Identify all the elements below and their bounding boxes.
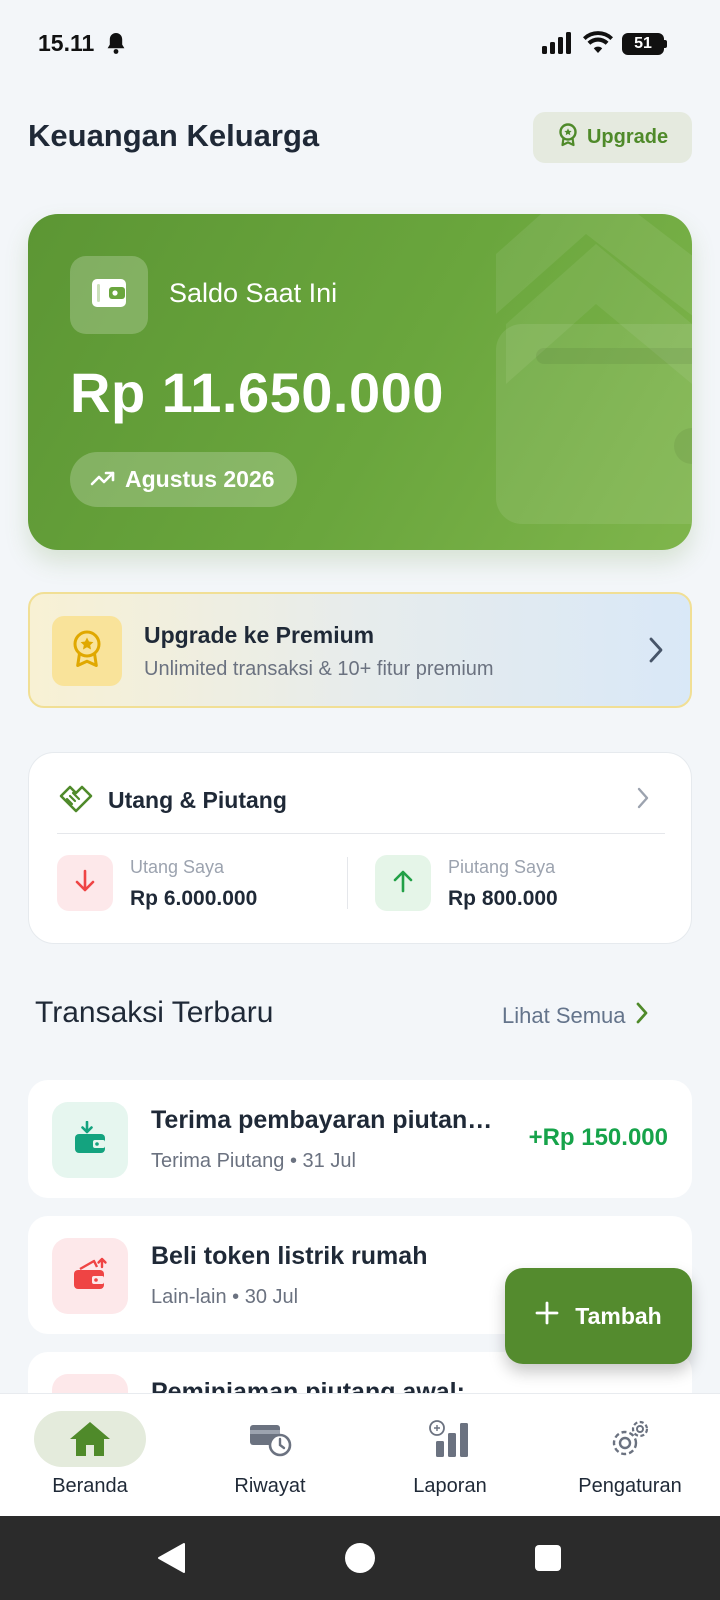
debt-title: Utang & Piutang <box>108 787 287 813</box>
page-title: Keuangan Keluarga <box>28 118 320 153</box>
nav-label: Pengaturan <box>578 1475 682 1497</box>
premium-icon-tile <box>52 616 122 686</box>
nav-label: Riwayat <box>234 1475 306 1497</box>
status-time: 15.11 <box>38 30 95 56</box>
trending-up-icon <box>90 466 116 493</box>
payable-value: Rp 6.000.000 <box>130 887 258 910</box>
transaction-category: Lain-lain <box>151 1286 227 1308</box>
nav-item-pengaturan[interactable]: Pengaturan <box>540 1394 720 1517</box>
nav-item-beranda[interactable]: Beranda <box>0 1394 180 1517</box>
battery-icon: 51 <box>622 33 668 55</box>
payable-label: Utang Saya <box>130 857 225 877</box>
payable-icon-tile <box>57 855 113 911</box>
nav-item-riwayat[interactable]: Riwayat <box>180 1394 360 1517</box>
add-transaction-button[interactable]: Tambah <box>505 1268 692 1364</box>
add-button-label: Tambah <box>575 1302 662 1329</box>
nav-label: Beranda <box>52 1475 128 1497</box>
wallet-watermark-icon <box>496 214 692 524</box>
debt-card[interactable]: Utang & Piutang Utang Saya Rp 6.000.000 … <box>28 752 692 944</box>
wallet-send-icon <box>72 1257 108 1296</box>
nav-label: Laporan <box>413 1475 487 1497</box>
system-navigation-bar <box>0 1516 720 1600</box>
meta-separator: • <box>232 1286 245 1308</box>
upgrade-button[interactable]: Upgrade <box>533 112 692 163</box>
balance-label: Saldo Saat Ini <box>169 278 338 308</box>
period-chip[interactable]: Agustus 2026 <box>70 452 297 507</box>
recents-icon[interactable] <box>534 1544 562 1577</box>
premium-badge-icon <box>70 629 104 674</box>
transaction-icon-tile <box>52 1102 128 1178</box>
back-icon[interactable] <box>156 1542 186 1579</box>
badge-icon <box>557 122 579 153</box>
receivable-value: Rp 800.000 <box>448 887 558 910</box>
plus-icon <box>535 1301 559 1331</box>
transaction-title: Terima pembayaran piutan… <box>151 1106 493 1134</box>
transaction-meta: Lain-lain • 30 Jul <box>151 1286 298 1309</box>
chevron-right-icon <box>636 1002 649 1030</box>
see-all-link[interactable]: Lihat Semua <box>502 1002 649 1030</box>
history-icon <box>180 1416 360 1462</box>
transaction-icon-tile <box>52 1238 128 1314</box>
handshake-icon <box>59 783 93 818</box>
report-icon <box>360 1416 540 1462</box>
premium-banner[interactable]: Upgrade ke Premium Unlimited transaksi &… <box>28 592 692 708</box>
nav-item-laporan[interactable]: Laporan <box>360 1394 540 1517</box>
arrow-up-icon <box>393 869 413 898</box>
premium-title: Upgrade ke Premium <box>144 622 375 648</box>
home-icon <box>0 1416 180 1462</box>
transaction-date: 30 Jul <box>244 1286 299 1308</box>
arrow-down-icon <box>75 869 95 898</box>
divider <box>347 857 348 909</box>
transaction-item[interactable]: Terima pembayaran piutan… Terima Piutang… <box>28 1080 692 1198</box>
battery-level: 51 <box>634 35 652 52</box>
upgrade-button-label: Upgrade <box>586 126 669 148</box>
wallet-tile <box>70 256 148 334</box>
receivable-label: Piutang Saya <box>448 857 556 877</box>
settings-icon <box>540 1416 720 1462</box>
wallet-icon <box>91 277 127 314</box>
wallet-receive-icon <box>73 1120 107 1160</box>
section-title: Transaksi Terbaru <box>35 996 274 1029</box>
receivable-icon-tile <box>375 855 431 911</box>
transaction-amount: +Rp 150.000 <box>528 1124 668 1151</box>
chevron-right-icon <box>637 787 649 814</box>
meta-separator: • <box>289 1150 303 1172</box>
balance-amount: Rp 11.650.000 <box>70 361 444 424</box>
transaction-date: 31 Jul <box>302 1150 356 1172</box>
see-all-label: Lihat Semua <box>502 1003 626 1028</box>
balance-card: Saldo Saat Ini Rp 11.650.000 Agustus 202… <box>28 214 692 550</box>
divider <box>57 833 665 834</box>
bottom-navigation: Beranda Riwayat Laporan Pengaturan <box>0 1393 720 1516</box>
transaction-title: Beli token listrik rumah <box>151 1242 428 1270</box>
bell-icon <box>105 31 127 60</box>
signal-icon <box>542 32 572 59</box>
chevron-right-icon <box>648 636 664 669</box>
status-bar: 15.11 51 <box>0 0 720 90</box>
premium-subtitle: Unlimited transaksi & 10+ fitur premium <box>144 658 494 680</box>
wifi-icon <box>583 31 613 60</box>
transaction-meta: Terima Piutang • 31 Jul <box>151 1150 356 1173</box>
home-button-icon[interactable] <box>344 1542 376 1579</box>
transaction-category: Terima Piutang <box>151 1150 285 1172</box>
period-label: Agustus 2026 <box>125 466 275 492</box>
